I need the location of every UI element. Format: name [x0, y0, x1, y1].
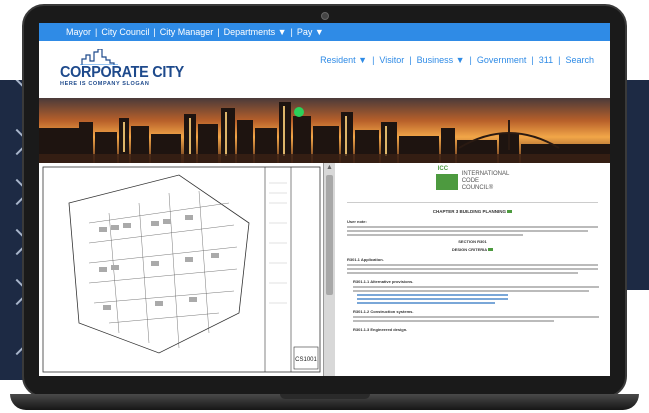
site-plan-drawing: CS1001 [42, 166, 321, 373]
section-subheading: DESIGN CRITERIA [347, 247, 598, 252]
text-line [347, 226, 598, 228]
divider [347, 202, 598, 203]
icc-org-name-line: COUNCIL® [461, 185, 494, 191]
laptop-base [10, 394, 639, 410]
content-area: CS1001 ▲ ICC INTERNATIONAL CODE COUNCIL® [39, 163, 610, 376]
icc-logo: ICC INTERNATIONAL CODE COUNCIL® [347, 166, 598, 192]
laptop-screen: Mayor | City Council | City Manager | De… [39, 23, 610, 376]
top-nav-departments[interactable]: Departments ▼ [224, 27, 287, 37]
text-line [347, 268, 598, 270]
icc-org-name-line: INTERNATIONAL [461, 171, 510, 177]
nav-separator: | [290, 27, 293, 37]
nav-separator: | [217, 27, 220, 37]
text-line [353, 290, 589, 292]
top-nav-pay[interactable]: Pay ▼ [297, 27, 324, 37]
subsection-heading: R301.1.3 Engineered design. [353, 327, 408, 332]
text-line [347, 272, 578, 274]
top-nav-city-council[interactable]: City Council [101, 27, 149, 37]
site-logo[interactable]: CORPORATE CITY HERE IS COMPANY SLOGAN [60, 49, 184, 87]
main-nav-resident[interactable]: Resident ▼ [320, 55, 367, 65]
main-nav-visitor[interactable]: Visitor [379, 55, 404, 65]
main-nav-government[interactable]: Government [477, 55, 527, 65]
subsection-heading: R301.1.2 Construction systems. [353, 309, 414, 314]
nav-separator: | [409, 55, 412, 65]
icc-org-name-line: CODE [461, 178, 480, 184]
laptop-frame: Mayor | City Council | City Manager | De… [22, 4, 627, 398]
top-nav-city-manager[interactable]: City Manager [160, 27, 214, 37]
code-document-viewer[interactable]: ICC INTERNATIONAL CODE COUNCIL® CHAPTER … [335, 163, 610, 376]
webcam-icon [320, 12, 329, 20]
subsection-heading: R301.1 Application. [347, 257, 384, 262]
laptop-notch [279, 394, 370, 399]
text-line [353, 286, 599, 288]
main-nav-311[interactable]: 311 [539, 55, 553, 65]
link-line[interactable] [357, 294, 508, 296]
sheet-label: CS1001 [295, 357, 317, 363]
nav-separator: | [469, 55, 472, 65]
main-nav-business[interactable]: Business ▼ [417, 55, 465, 65]
chapter-title-text: CHAPTER 3 BUILDING PLANNING [432, 209, 506, 214]
top-nav-mayor[interactable]: Mayor [66, 27, 91, 37]
section-heading: SECTION R301 [458, 239, 487, 244]
text-line [347, 264, 598, 266]
icc-org-name: INTERNATIONAL CODE COUNCIL® [462, 171, 510, 192]
vertical-scrollbar[interactable]: ▲ [324, 163, 335, 376]
skyline-logo-icon [80, 49, 118, 65]
user-note-label: User note: [347, 219, 367, 224]
nav-separator: | [95, 27, 98, 37]
text-line [353, 320, 554, 322]
nav-separator: | [372, 55, 375, 65]
site-plan-viewer[interactable]: CS1001 [39, 163, 324, 376]
scroll-up-arrow-icon[interactable]: ▲ [324, 163, 335, 173]
section-subheading-text: DESIGN CRITERIA [451, 247, 488, 252]
logo-slogan: HERE IS COMPANY SLOGAN [60, 81, 150, 87]
text-line [347, 234, 523, 236]
chapter-badge [507, 210, 513, 214]
nav-separator: | [531, 55, 534, 65]
skyline-image [39, 98, 610, 163]
link-line[interactable] [357, 298, 508, 300]
main-nav-search[interactable]: Search [565, 55, 594, 65]
icc-logo-mark: ICC [435, 166, 458, 190]
nav-separator: | [558, 55, 561, 65]
icc-logo-letters: ICC [437, 165, 449, 172]
subsection-heading: R301.1.1 Alternative provisions. [353, 279, 414, 284]
chapter-title: CHAPTER 3 BUILDING PLANNING [347, 209, 598, 214]
section-badge [488, 248, 494, 252]
site-header: CORPORATE CITY HERE IS COMPANY SLOGAN Re… [39, 41, 610, 98]
nav-separator: | [153, 27, 156, 37]
logo-name: CORPORATE CITY [60, 64, 184, 81]
text-line [353, 316, 599, 318]
text-line [347, 230, 588, 232]
main-nav: Resident ▼ | Visitor | Business ▼ | Gove… [320, 55, 594, 65]
link-line[interactable] [357, 302, 496, 304]
city-skyline-banner [39, 98, 610, 163]
top-nav: Mayor | City Council | City Manager | De… [39, 23, 610, 41]
scroll-thumb[interactable] [326, 175, 333, 295]
